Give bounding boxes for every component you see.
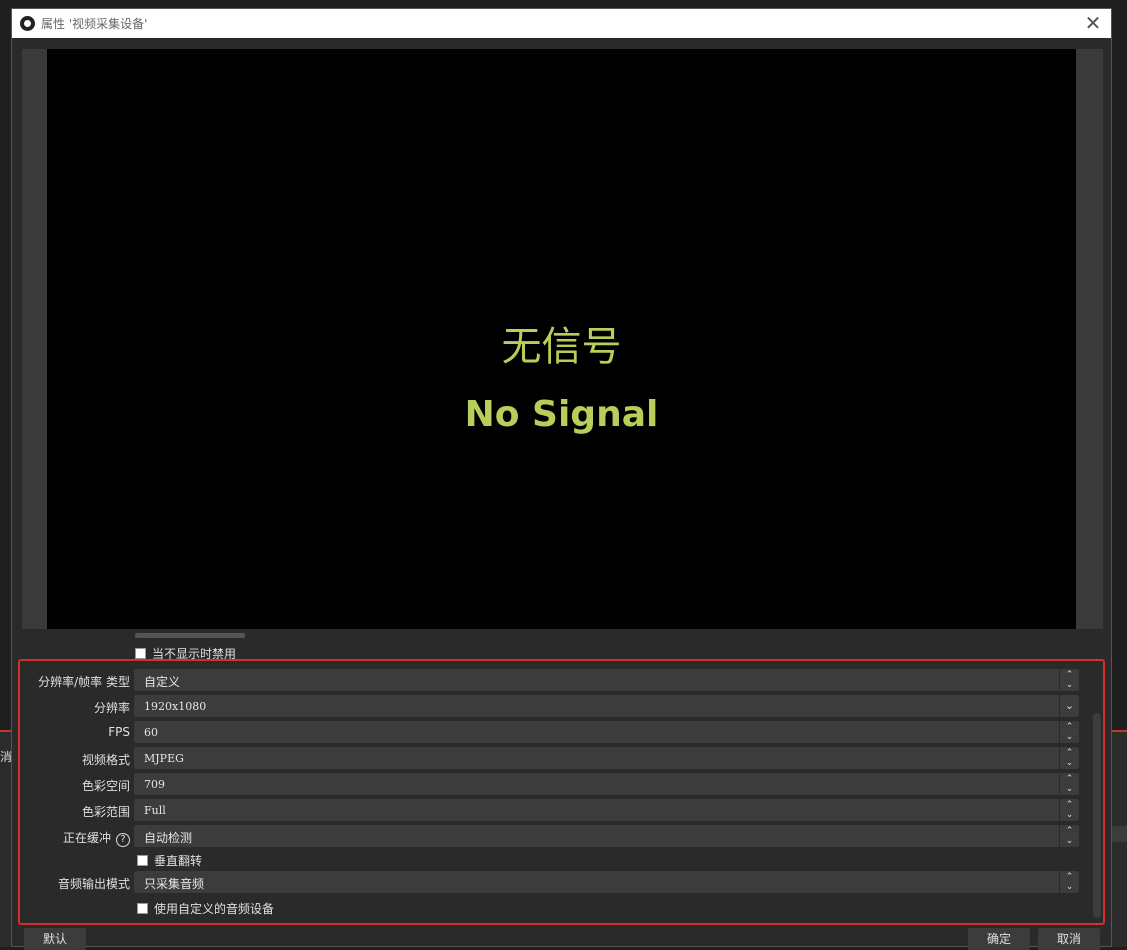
chevron-down-icon[interactable]: ⌄ — [1059, 695, 1079, 717]
select-value: 只采集音频 — [144, 877, 205, 891]
spin-arrows-icon[interactable]: ⌃ ⌄ — [1059, 825, 1079, 847]
spin-arrows-icon[interactable]: ⌃ ⌄ — [1059, 721, 1079, 743]
property-label: 视频格式 — [20, 751, 130, 768]
select-value: 自动检测 — [144, 831, 193, 845]
select-value: 1920x1080 — [144, 700, 207, 713]
window-title: 属性 '视频采集设备' — [41, 17, 148, 31]
select-value: 60 — [144, 726, 158, 739]
property-select[interactable]: 709 ⌃ ⌄ — [134, 773, 1079, 795]
property-row: 色彩范围 Full ⌃ ⌄ — [20, 799, 1085, 821]
property-row: FPS 60 ⌃ ⌄ — [20, 721, 1085, 743]
property-label: FPS — [20, 725, 130, 739]
close-icon[interactable]: ✕ — [1081, 11, 1105, 35]
property-select[interactable]: 自定义 ⌃ ⌄ — [134, 669, 1079, 691]
no-signal-text-en: No Signal — [464, 394, 659, 435]
property-label: 分辨率/帧率 类型 — [20, 673, 130, 690]
spin-arrows-icon[interactable]: ⌃ ⌄ — [1059, 773, 1079, 795]
spin-arrows-icon[interactable]: ⌃ ⌄ — [1059, 669, 1079, 691]
video-preview: 无信号 No Signal — [47, 49, 1076, 629]
property-label-text: 分辨率 — [93, 701, 130, 715]
property-row: 色彩空间 709 ⌃ ⌄ — [20, 773, 1085, 795]
spin-arrows-icon[interactable]: ⌃ ⌄ — [1059, 747, 1079, 769]
help-icon[interactable]: ? — [116, 833, 130, 847]
obs-logo-icon — [20, 16, 35, 31]
checkbox-box[interactable] — [137, 855, 148, 866]
background-divider — [1112, 730, 1127, 732]
background-app-right — [1112, 730, 1127, 947]
checkbox-label: 使用自定义的音频设备 — [154, 902, 275, 916]
clipped-control — [135, 633, 245, 638]
property-select[interactable]: 1920x1080 ⌄ — [134, 695, 1079, 717]
checkbox-box[interactable] — [137, 903, 148, 914]
select-value: 709 — [144, 778, 165, 791]
spin-arrows-icon[interactable]: ⌃ ⌄ — [1059, 871, 1079, 893]
checkbox-label: 垂直翻转 — [154, 854, 203, 868]
property-row: 视频格式 MJPEG ⌃ ⌄ — [20, 747, 1085, 769]
checkbox-box[interactable] — [135, 648, 146, 659]
property-row: 分辨率/帧率 类型 自定义 ⌃ ⌄ — [20, 669, 1085, 691]
background-row — [1112, 826, 1127, 842]
select-value: Full — [144, 804, 166, 817]
audio-output-mode-label: 音频输出模式 — [57, 877, 130, 891]
property-label-text: 色彩空间 — [81, 779, 130, 793]
title-bar[interactable]: 属性 '视频采集设备' ✕ — [12, 9, 1111, 38]
property-row: 正在缓冲? 自动检测 ⌃ ⌄ — [20, 825, 1085, 847]
select-value: MJPEG — [144, 752, 184, 765]
select-value: 自定义 — [144, 675, 181, 689]
property-row: 分辨率 1920x1080 ⌄ — [20, 695, 1085, 717]
property-label: 色彩空间 — [20, 777, 130, 794]
property-label: 色彩范围 — [20, 803, 130, 820]
vertical-scrollbar[interactable] — [1093, 713, 1101, 918]
no-signal-text-cn: 无信号 — [501, 324, 622, 370]
property-label: 分辨率 — [20, 699, 130, 716]
audio-output-mode-select[interactable]: 只采集音频 ⌃ ⌄ — [134, 871, 1079, 893]
property-select[interactable]: MJPEG ⌃ ⌄ — [134, 747, 1079, 769]
property-label-text: 视频格式 — [81, 753, 130, 767]
properties-panel: 分辨率/帧率 类型 自定义 ⌃ ⌄ 分辨率 1920x1080 ⌄ FPS 60 ⌃ ⌄ 视频格式 MJ… — [18, 659, 1105, 925]
property-select[interactable]: 自动检测 ⌃ ⌄ — [134, 825, 1079, 847]
property-label-text: 正在缓冲 — [62, 831, 111, 845]
property-label-text: 色彩范围 — [81, 805, 130, 819]
spin-arrows-icon[interactable]: ⌃ ⌄ — [1059, 799, 1079, 821]
vertical-flip-checkbox[interactable]: 垂直翻转 — [137, 852, 202, 869]
properties-dialog: 属性 '视频采集设备' ✕ 无信号 No Signal 当不显示时禁用 分辨率/… — [11, 8, 1112, 950]
audio-output-mode-row: 音频输出模式 只采集音频 ⌃ ⌄ — [20, 871, 1085, 893]
preview-container: 无信号 No Signal — [22, 49, 1103, 629]
property-label-text: 分辨率/帧率 类型 — [38, 675, 130, 689]
property-select[interactable]: 60 ⌃ ⌄ — [134, 721, 1079, 743]
property-label-text: FPS — [108, 725, 130, 739]
property-select[interactable]: Full ⌃ ⌄ — [134, 799, 1079, 821]
property-label: 正在缓冲? — [20, 829, 130, 847]
custom-audio-device-checkbox[interactable]: 使用自定义的音频设备 — [137, 900, 274, 917]
